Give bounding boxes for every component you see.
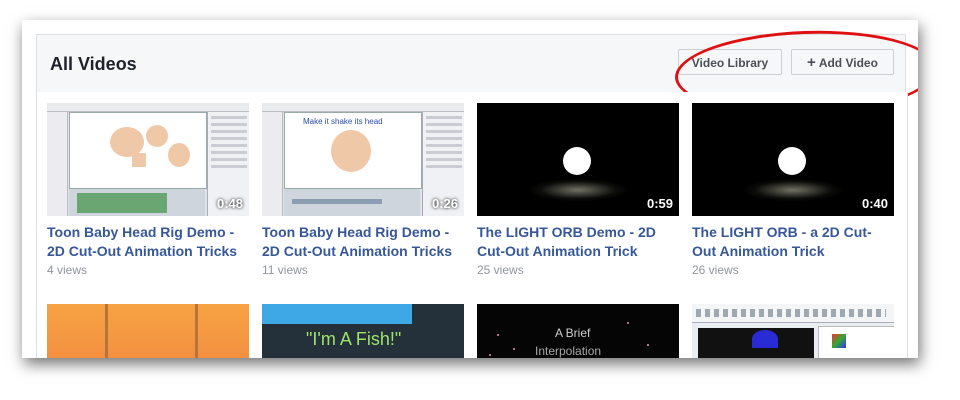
thumb-caption: A Brief	[555, 326, 591, 340]
ear-graphic	[146, 125, 168, 147]
video-title-link[interactable]: The LIGHT ORB - a 2D Cut- Out Animation …	[692, 223, 897, 261]
view-count: 25 views	[477, 263, 524, 277]
view-count: 4 views	[47, 263, 88, 277]
light-orb-graphic	[778, 147, 806, 175]
duration-badge: 0:40	[861, 196, 888, 211]
ear-graphic	[168, 143, 190, 167]
sparkle-graphic	[497, 334, 499, 336]
toolbar-graphic	[47, 103, 249, 112]
title-line: 2D Cut-Out Animation Tricks	[47, 243, 238, 259]
video-thumbnail[interactable]: Make it shake its head 0:26	[262, 103, 464, 216]
panel-header: All Videos Video Library + Add Video	[36, 26, 918, 120]
video-thumbnail[interactable]	[692, 304, 894, 358]
title-line: Out Animation Trick	[692, 243, 825, 259]
video-title-link[interactable]: The LIGHT ORB Demo - 2D Cut-Out Animatio…	[477, 223, 682, 261]
color-palette-graphic	[832, 334, 846, 348]
title-line: The LIGHT ORB - a 2D Cut-	[692, 224, 872, 240]
video-thumbnail[interactable]: 0:48	[47, 103, 249, 216]
video-title-link[interactable]: Toon Baby Head Rig Demo - 2D Cut-Out Ani…	[262, 223, 467, 261]
character-graphic	[752, 330, 778, 348]
video-grid: 0:48 Toon Baby Head Rig Demo - 2D Cut-Ou…	[36, 92, 908, 358]
sparkle-graphic	[489, 354, 491, 356]
sparkle-graphic	[513, 348, 515, 350]
thumb-caption-2: Interpolation	[535, 344, 602, 358]
duration-badge: 0:26	[431, 196, 458, 211]
canvas-graphic: Make it shake its head	[284, 112, 422, 189]
video-thumbnail[interactable]: "I'm A Fish!"	[262, 304, 464, 358]
video-thumbnail[interactable]	[47, 304, 249, 358]
glow-graphic	[529, 179, 627, 201]
thumb-caption: Make it shake its head	[303, 117, 383, 126]
videos-panel: All Videos Video Library + Add Video 0:4…	[22, 20, 918, 358]
video-thumbnail[interactable]: 0:59	[477, 103, 679, 216]
title-line: The LIGHT ORB Demo - 2D	[477, 224, 656, 240]
title-line: Toon Baby Head Rig Demo -	[47, 224, 235, 240]
toolbar-graphic	[262, 103, 464, 112]
page-title: All Videos	[50, 54, 137, 74]
sky-graphic	[262, 304, 412, 324]
light-orb-graphic	[563, 147, 591, 175]
view-count: 26 views	[692, 263, 739, 277]
title-line: 2D Cut-Out Animation Tricks	[262, 243, 453, 259]
baby-head-graphic	[331, 130, 371, 172]
video-thumbnail[interactable]: 0:40	[692, 103, 894, 216]
duration-badge: 0:59	[646, 196, 673, 211]
pole-graphic	[195, 304, 198, 358]
part-graphic	[132, 153, 146, 167]
tools-graphic	[47, 112, 68, 216]
video-title-link[interactable]: Toon Baby Head Rig Demo - 2D Cut-Out Ani…	[47, 223, 252, 261]
timeline-graphic	[284, 189, 420, 216]
video-thumbnail[interactable]: A Brief Interpolation	[477, 304, 679, 358]
glow-graphic	[744, 179, 842, 201]
thumb-caption: "I'm A Fish!"	[306, 329, 402, 349]
pole-graphic	[105, 304, 108, 358]
sparkle-graphic	[627, 322, 629, 324]
duration-badge: 0:48	[216, 196, 243, 211]
toolbar-graphic	[692, 304, 894, 323]
view-count: 11 views	[262, 263, 308, 277]
canvas-graphic	[69, 112, 207, 189]
sparkle-graphic	[647, 344, 649, 346]
title-line: Toon Baby Head Rig Demo -	[262, 224, 450, 240]
title-line: Cut-Out Animation Trick	[477, 243, 638, 259]
tools-graphic	[262, 112, 283, 216]
panel-graphic	[818, 326, 894, 358]
timeline-graphic	[69, 189, 205, 216]
